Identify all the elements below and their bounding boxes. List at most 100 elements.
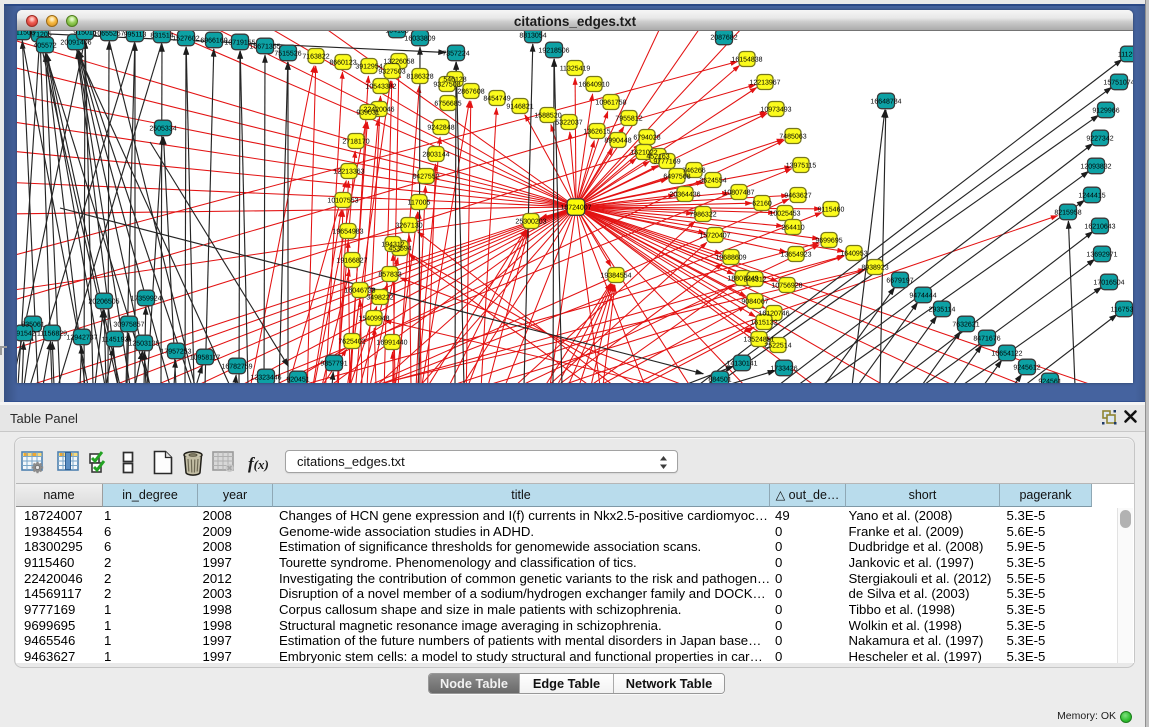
- svg-text:16210643: 16210643: [1084, 224, 1115, 231]
- svg-text:1145193: 1145193: [102, 337, 129, 344]
- svg-text:117005: 117005: [408, 200, 431, 207]
- svg-text:19654983: 19654983: [332, 229, 363, 236]
- svg-text:12213967: 12213967: [749, 80, 780, 87]
- svg-text:6679197: 6679197: [886, 278, 913, 285]
- svg-text:16033809: 16033809: [404, 36, 435, 43]
- svg-text:16640910: 16640910: [578, 82, 609, 89]
- svg-text:1527602: 1527602: [172, 36, 199, 43]
- svg-text:13226058: 13226058: [383, 59, 414, 66]
- svg-text:9245612: 9245612: [1013, 365, 1040, 372]
- svg-text:7485063: 7485063: [779, 134, 806, 141]
- svg-text:9327503: 9327503: [378, 69, 405, 76]
- svg-text:857833: 857833: [378, 272, 401, 279]
- svg-text:15751074: 15751074: [1103, 80, 1133, 87]
- svg-text:5322037: 5322037: [555, 120, 582, 127]
- svg-text:1615132: 1615132: [750, 320, 777, 327]
- svg-text:7357224: 7357224: [442, 51, 469, 58]
- svg-text:884501: 884501: [708, 377, 731, 383]
- svg-text:1733426: 1733426: [770, 366, 797, 373]
- svg-text:20091406: 20091406: [60, 40, 91, 47]
- svg-text:11325419: 11325419: [560, 66, 591, 73]
- svg-text:6794028: 6794028: [633, 135, 660, 142]
- svg-text:17957253: 17957253: [160, 349, 191, 356]
- svg-text:2803144: 2803144: [422, 152, 449, 159]
- svg-text:2522514: 2522514: [764, 343, 791, 350]
- svg-text:9777169: 9777169: [653, 159, 680, 166]
- svg-text:7515526: 7515526: [274, 51, 301, 58]
- svg-text:946312: 946312: [743, 277, 766, 284]
- svg-text:920451: 920451: [286, 377, 309, 383]
- svg-text:1588520: 1588520: [534, 113, 561, 120]
- svg-text:14130141: 14130141: [726, 361, 757, 368]
- svg-text:3624554: 3624554: [699, 178, 726, 185]
- svg-text:9699695: 9699695: [815, 238, 842, 245]
- svg-text:10756928: 10756928: [771, 283, 802, 290]
- svg-text:10958117: 10958117: [190, 355, 221, 362]
- svg-text:9474444: 9474444: [909, 293, 936, 300]
- svg-text:15720407: 15720407: [699, 233, 730, 240]
- svg-text:835061: 835061: [21, 322, 44, 329]
- svg-text:10973493: 10973493: [760, 107, 791, 114]
- svg-text:8813054: 8813054: [519, 33, 546, 40]
- svg-text:16671355: 16671355: [249, 44, 280, 51]
- svg-text:16046738: 16046738: [344, 288, 375, 295]
- svg-text:8938923: 8938923: [861, 265, 888, 272]
- svg-text:9129966: 9129966: [1092, 108, 1119, 115]
- svg-text:194312: 194312: [381, 242, 404, 249]
- svg-text:7625402: 7625402: [338, 339, 365, 346]
- svg-text:1167534: 1167534: [1111, 307, 1133, 314]
- svg-text:10543382: 10543382: [365, 84, 396, 91]
- svg-text:9115460: 9115460: [818, 207, 845, 214]
- svg-text:15409948: 15409948: [358, 316, 389, 323]
- svg-text:8454749: 8454749: [483, 96, 510, 103]
- svg-text:771205: 771205: [28, 32, 51, 39]
- svg-text:10025453: 10025453: [769, 211, 800, 218]
- svg-text:8990448: 8990448: [604, 138, 631, 145]
- svg-text:16648784: 16648784: [870, 99, 901, 106]
- svg-text:2867608: 2867608: [457, 89, 484, 96]
- svg-text:6497568: 6497568: [663, 174, 690, 181]
- svg-text:9084067: 9084067: [741, 299, 768, 306]
- svg-text:2718170: 2718170: [342, 139, 369, 146]
- svg-text:12213363: 12213363: [333, 169, 364, 176]
- svg-text:19384554: 19384554: [600, 273, 631, 280]
- svg-text:17359924: 17359924: [130, 296, 161, 303]
- svg-text:2087682: 2087682: [710, 35, 737, 42]
- svg-text:16782759: 16782759: [221, 364, 252, 371]
- svg-text:10107553: 10107553: [327, 198, 358, 205]
- svg-text:12323446: 12323446: [250, 375, 281, 382]
- svg-text:10654122: 10654122: [991, 351, 1022, 358]
- svg-text:62160: 62160: [752, 201, 772, 208]
- svg-text:12503135: 12503135: [128, 341, 159, 348]
- svg-text:8471676: 8471676: [973, 336, 1000, 343]
- svg-text:7986322: 7986322: [689, 212, 716, 219]
- svg-text:1362615: 1362615: [583, 129, 610, 136]
- svg-text:3498222: 3498222: [366, 295, 393, 302]
- svg-text:9227342: 9227342: [1086, 136, 1113, 143]
- svg-text:9242848: 9242848: [427, 125, 454, 132]
- svg-text:16154838: 16154838: [731, 57, 762, 64]
- svg-text:10655267: 10655267: [93, 31, 124, 38]
- svg-text:10688609: 10688609: [715, 255, 746, 262]
- svg-text:9327508: 9327508: [433, 82, 460, 89]
- svg-text:939031: 939031: [356, 110, 379, 117]
- svg-text:20206505: 20206505: [88, 299, 119, 306]
- svg-text:19218506: 19218506: [538, 48, 569, 55]
- svg-text:8427552: 8427552: [412, 174, 439, 181]
- svg-text:6756685: 6756685: [434, 101, 461, 108]
- svg-text:831514: 831514: [150, 33, 173, 40]
- svg-text:9146821: 9146821: [506, 104, 533, 111]
- svg-text:10961758: 10961758: [595, 100, 626, 107]
- svg-text:2505334: 2505334: [149, 126, 176, 133]
- svg-text:2935114: 2935114: [929, 307, 956, 314]
- svg-text:8186328: 8186328: [406, 74, 433, 81]
- svg-text:264410: 264410: [781, 225, 804, 232]
- svg-text:12942737: 12942737: [66, 335, 97, 342]
- svg-text:13692971: 13692971: [1086, 252, 1117, 259]
- svg-text:9857791: 9857791: [320, 361, 347, 368]
- svg-text:7955812: 7955812: [615, 116, 642, 123]
- svg-text:995113: 995113: [124, 32, 147, 39]
- svg-text:30975857: 30975857: [113, 322, 144, 329]
- svg-text:391542: 391542: [17, 331, 36, 338]
- svg-text:7163822: 7163822: [302, 54, 329, 61]
